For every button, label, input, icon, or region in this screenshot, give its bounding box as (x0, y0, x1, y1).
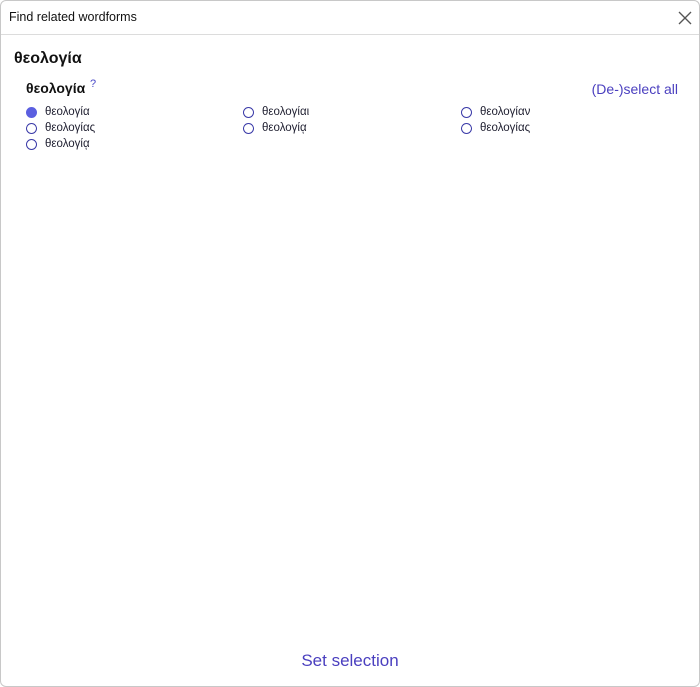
option-item[interactable]: θεολογίας (461, 120, 530, 136)
dialog-title: Find related wordforms (9, 10, 137, 24)
option-label: θεολογίαν (480, 106, 531, 118)
radio-button[interactable] (243, 106, 254, 118)
dialog-titlebar: Find related wordforms (1, 1, 699, 35)
wordforms-dialog: Find related wordforms θεολογία θεολογία… (0, 0, 700, 687)
deselect-all-link[interactable]: (De-)select all (592, 81, 678, 97)
option-item[interactable]: θεολογίας (26, 120, 95, 136)
option-item[interactable]: θεολογία (26, 104, 90, 120)
option-label: θεολογίᾳ (262, 122, 307, 134)
radio-button[interactable] (26, 122, 37, 134)
radio-button[interactable] (243, 122, 254, 134)
option-label: θεολογίας (480, 122, 531, 134)
word-heading: θεολογία (14, 50, 82, 67)
radio-button[interactable] (26, 138, 37, 150)
radio-button[interactable] (26, 106, 37, 118)
option-item[interactable]: θεολογίαν (461, 104, 530, 120)
radio-button[interactable] (461, 106, 472, 118)
radio-button[interactable] (461, 122, 472, 134)
option-label: θεολογίαι (262, 106, 310, 118)
close-button[interactable] (675, 8, 695, 28)
option-item[interactable]: θεολογίαι (243, 104, 309, 120)
option-item[interactable]: θεολογίᾳ (243, 120, 307, 136)
option-label: θεολογίᾳ (45, 138, 90, 150)
set-selection-button[interactable]: Set selection (1, 651, 699, 671)
lemma-label: θεολογία (26, 80, 86, 96)
close-icon (678, 11, 692, 25)
option-label: θεολογία (45, 106, 90, 118)
option-label: θεολογίας (45, 122, 96, 134)
option-item[interactable]: θεολογίᾳ (26, 136, 90, 152)
help-link[interactable]: ? (90, 78, 96, 90)
